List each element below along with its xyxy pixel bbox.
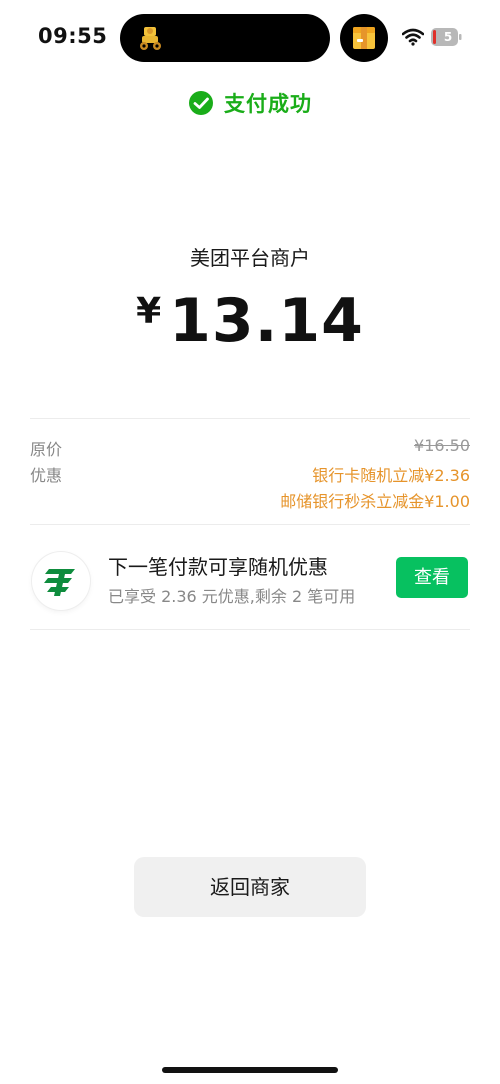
return-to-merchant-button[interactable]: 返回商家 [134, 857, 366, 917]
currency-symbol: ¥ [136, 291, 162, 332]
home-indicator[interactable] [162, 1067, 338, 1073]
success-check-icon [189, 91, 213, 115]
discount-item: 邮储银行秒杀立减金¥1.00 [280, 492, 470, 511]
wifi-icon [402, 28, 424, 46]
promo-title: 下一笔付款可享随机优惠 [108, 555, 328, 579]
status-time: 09:55 [38, 24, 108, 48]
status-bar: 09:55 5 [0, 0, 500, 76]
divider [30, 524, 470, 525]
promo-subtitle: 已享受 2.36 元优惠,剩余 2 笔可用 [108, 587, 356, 606]
original-price-value: ¥16.50 [414, 436, 470, 455]
postal-savings-bank-logo-icon [44, 569, 75, 596]
package-box-icon [353, 27, 375, 49]
view-promo-button[interactable]: 查看 [396, 557, 468, 598]
payment-success-header: 支付成功 [0, 88, 500, 122]
divider [30, 418, 470, 419]
divider [30, 629, 470, 630]
dynamic-island[interactable] [120, 14, 330, 62]
merchant-name: 美团平台商户 [190, 246, 310, 270]
live-activity-bubble[interactable] [340, 14, 388, 62]
discount-item: 银行卡随机立减¥2.36 [312, 466, 470, 485]
discount-label: 优惠 [30, 466, 63, 485]
original-price-label: 原价 [30, 440, 63, 459]
payment-amount: ¥13.14 [0, 286, 500, 356]
bank-logo [32, 552, 90, 610]
amount-value: 13.14 [169, 286, 364, 356]
battery-level: 5 [443, 30, 453, 44]
success-text: 支付成功 [224, 92, 312, 116]
delivery-scooter-icon [140, 27, 161, 50]
